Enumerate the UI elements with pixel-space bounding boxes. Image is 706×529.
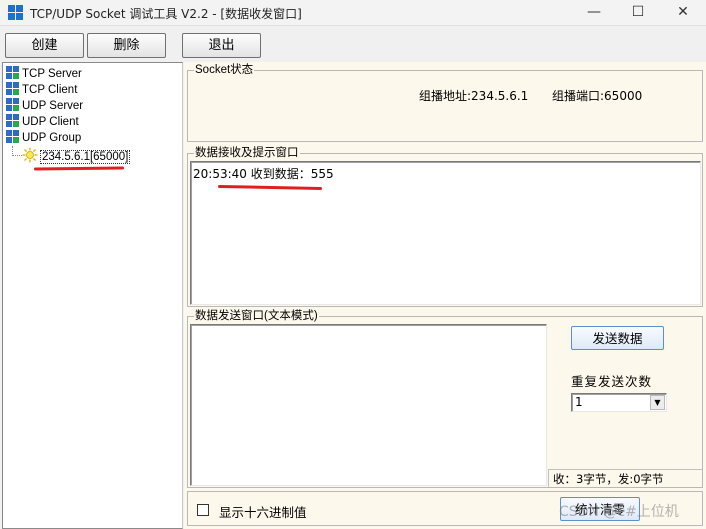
chevron-down-icon[interactable]: ▼ <box>650 395 665 410</box>
window-title: TCP/UDP Socket 调试工具 V2.2 - [数据收发窗口] <box>30 7 302 21</box>
tree-item-udp-client[interactable]: UDP Client <box>6 114 79 130</box>
hex-checkbox[interactable] <box>197 504 209 516</box>
socket-status-legend: Socket状态 <box>194 63 255 77</box>
watermark: CSDN @c#上位机 <box>559 504 679 520</box>
send-text-area[interactable] <box>190 324 547 486</box>
tree-item-group-child[interactable]: 234.5.6.1[65000] <box>22 147 131 165</box>
receive-text-area[interactable]: 20:53:40 收到数据：555 <box>190 161 701 305</box>
hex-checkbox-label[interactable]: 显示十六进制值 <box>219 502 307 521</box>
exit-button[interactable]: 退出 <box>182 33 261 58</box>
tree-item-udp-server[interactable]: UDP Server <box>6 98 83 114</box>
delete-button[interactable]: 删除 <box>87 33 166 58</box>
title-bar: TCP/UDP Socket 调试工具 V2.2 - [数据收发窗口] — ☐ … <box>0 0 706 26</box>
red-annotation-underline <box>217 184 323 191</box>
options-group: 显示十六进制值 统计清零 CSDN @c#上位机 <box>187 491 703 526</box>
connection-tree: TCP Server TCP Client UDP Server UDP Cli… <box>2 62 183 529</box>
send-data-button[interactable]: 发送数据 <box>571 326 664 350</box>
red-annotation-underline <box>33 166 125 171</box>
receive-group: 数据接收及提示窗口 20:53:40 收到数据：555 <box>187 146 703 307</box>
repeat-count-select[interactable]: 1 ▼ <box>571 393 667 412</box>
sun-icon <box>22 147 38 163</box>
tree-item-label: UDP Server <box>22 100 84 112</box>
stats-bar: 收：3字节，发:0字节 <box>548 469 702 487</box>
send-group: 数据发送窗口(文本模式) 发送数据 重复发送次数 1 ▼ 收：3字节，发:0字节 <box>187 309 703 488</box>
app-grid-icon <box>8 5 24 21</box>
repeat-count-value: 1 <box>575 395 583 409</box>
grid-icon <box>6 82 19 95</box>
tree-item-label: UDP Client <box>22 116 79 128</box>
group-address: 组播地址:234.5.6.1 <box>419 89 529 103</box>
tree-item-udp-group[interactable]: UDP Group <box>6 130 81 146</box>
grid-icon <box>6 114 19 127</box>
grid-icon <box>6 66 19 79</box>
maximize-button[interactable]: ☐ <box>616 0 660 26</box>
minimize-button[interactable]: — <box>572 0 616 26</box>
send-legend: 数据发送窗口(文本模式) <box>194 309 319 323</box>
tree-item-tcp-client[interactable]: TCP Client <box>6 82 77 98</box>
byte-stats: 收：3字节，发:0字节 <box>553 472 664 486</box>
close-button[interactable]: ✕ <box>661 0 705 26</box>
receive-legend: 数据接收及提示窗口 <box>194 146 300 160</box>
socket-status-group: Socket状态 组播地址:234.5.6.1 组播端口:65000 <box>187 63 703 142</box>
create-button[interactable]: 创建 <box>5 33 84 58</box>
tree-item-label: TCP Server <box>22 68 82 80</box>
grid-icon <box>6 130 19 143</box>
tree-item-label: UDP Group <box>22 132 82 144</box>
tree-item-tcp-server[interactable]: TCP Server <box>6 66 82 82</box>
grid-icon <box>6 98 19 111</box>
tree-item-label: 234.5.6.1[65000] <box>40 150 131 164</box>
group-port: 组播端口:65000 <box>552 89 643 103</box>
toolbar: 创建 删除 退出 <box>0 26 706 62</box>
tree-connector <box>12 155 22 156</box>
repeat-count-label: 重复发送次数 <box>571 374 653 389</box>
receive-line: 20:53:40 收到数据：555 <box>193 167 334 181</box>
tree-item-label: TCP Client <box>22 84 78 96</box>
